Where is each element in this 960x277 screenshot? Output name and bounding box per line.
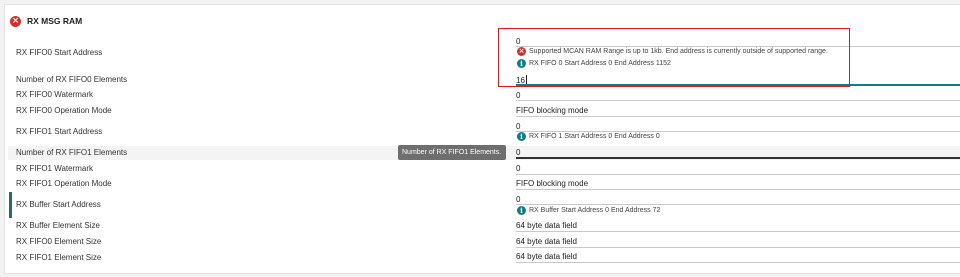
info-icon: i	[517, 132, 526, 141]
fifo1-mode-label: RX FIFO1 Operation Mode	[16, 179, 112, 188]
fifo0-start-label: RX FIFO0 Start Address	[16, 48, 103, 57]
fifo1-start-info: i RX FIFO 1 Start Address 0 End Address …	[517, 132, 660, 141]
buffer-elem-size-label: RX Buffer Element Size	[16, 221, 100, 230]
fifo0-elem-size-underline	[516, 247, 960, 248]
fifo0-elem-size-select[interactable]: 64 byte data field	[516, 237, 577, 246]
fifo1-elements-input[interactable]: 0	[516, 148, 520, 157]
fifo1-elem-size-select[interactable]: 64 byte data field	[516, 252, 577, 261]
fifo1-mode-underline	[516, 189, 960, 190]
fifo0-mode-select[interactable]: FIFO blocking mode	[516, 106, 588, 115]
active-row-indicator	[9, 192, 12, 218]
fifo1-elements-underline-hover	[516, 157, 960, 159]
buffer-start-info-text: RX Buffer Start Address 0 End Address 72	[529, 207, 661, 214]
fifo0-elem-size-label: RX FIFO0 Element Size	[16, 237, 102, 246]
fifo1-elements-label: Number of RX FIFO1 Elements	[16, 148, 128, 157]
buffer-elem-size-select[interactable]: 64 byte data field	[516, 221, 577, 230]
highlight-box	[498, 28, 850, 87]
fifo0-watermark-underline	[516, 100, 960, 101]
tooltip-text: Number of RX FIFO1 Elements.	[402, 149, 502, 156]
fifo0-watermark-label: RX FIFO0 Watermark	[16, 90, 94, 99]
info-icon: i	[517, 206, 526, 215]
fifo1-mode-select[interactable]: FIFO blocking mode	[516, 179, 588, 188]
buffer-start-underline	[516, 204, 960, 205]
fifo1-elem-size-label: RX FIFO1 Element Size	[16, 253, 102, 262]
error-icon: ×	[10, 15, 21, 27]
fifo1-start-label: RX FIFO1 Start Address	[16, 127, 103, 136]
fifo1-watermark-label: RX FIFO1 Watermark	[16, 164, 94, 173]
fifo1-elem-size-underline	[516, 262, 960, 263]
buffer-start-info: i RX Buffer Start Address 0 End Address …	[517, 206, 660, 215]
section-title: RX MSG RAM	[27, 16, 83, 26]
tooltip: Number of RX FIFO1 Elements.	[398, 145, 506, 160]
fifo0-mode-label: RX FIFO0 Operation Mode	[16, 106, 112, 115]
fifo0-watermark-input[interactable]: 0	[516, 91, 520, 100]
fifo0-mode-underline	[516, 116, 960, 117]
buffer-start-input[interactable]: 0	[516, 195, 520, 204]
section-header[interactable]: × RX MSG RAM	[10, 14, 82, 28]
fifo1-watermark-underline	[516, 174, 960, 175]
fifo1-watermark-input[interactable]: 0	[516, 164, 520, 173]
fifo1-start-input[interactable]: 0	[516, 122, 520, 131]
fifo1-start-info-text: RX FIFO 1 Start Address 0 End Address 0	[529, 133, 660, 140]
buffer-start-label: RX Buffer Start Address	[16, 200, 101, 209]
buffer-elem-size-underline	[516, 231, 960, 232]
fifo0-elements-label: Number of RX FIFO0 Elements	[16, 75, 128, 84]
